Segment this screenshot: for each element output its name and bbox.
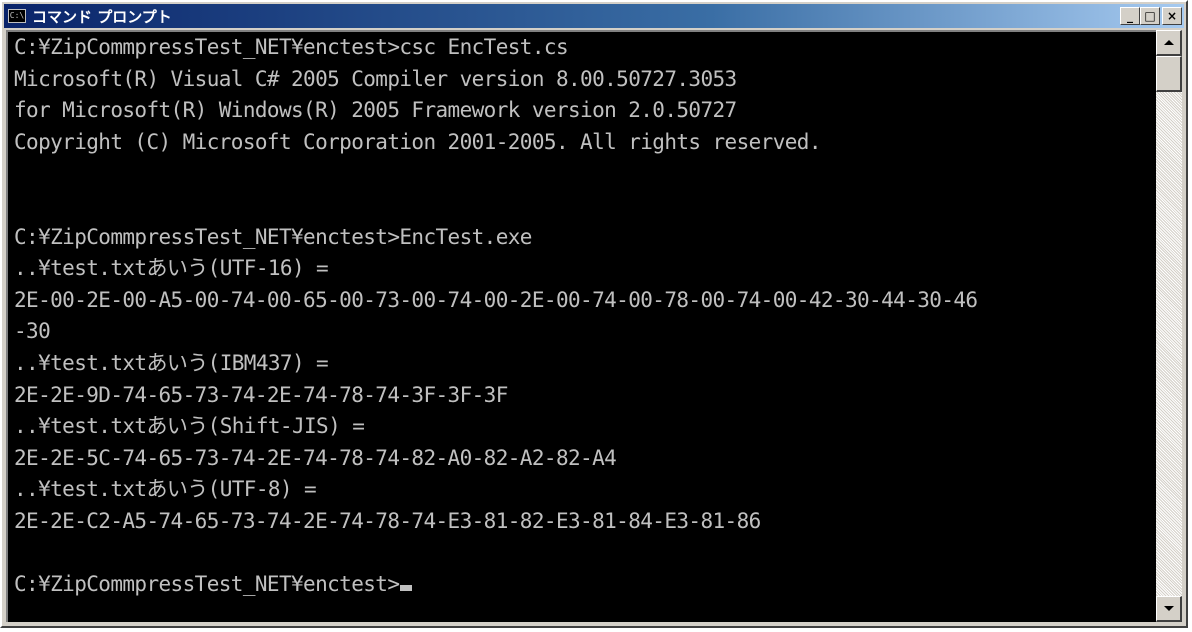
console-line: for Microsoft(R) Windows(R) 2005 Framewo… [14,98,737,123]
console-line: -30 [14,319,51,344]
command-prompt-window: C:\ コマンド プロンプト _ □ × C:¥ZipCommpressTest… [0,0,1188,628]
console-line: 2E-2E-C2-A5-74-65-73-74-2E-74-78-74-E3-8… [14,508,761,533]
close-button[interactable]: × [1162,7,1182,25]
console-line: C:¥ZipCommpressTest_NET¥enctest>EncTest.… [14,224,532,249]
scroll-up-button[interactable] [1156,30,1182,56]
console-line: 2E-2E-9D-74-65-73-74-2E-74-78-74-3F-3F-3… [14,382,508,407]
vertical-scrollbar[interactable] [1156,30,1182,622]
console-line: 2E-2E-5C-74-65-73-74-2E-74-78-74-82-A0-8… [14,445,617,470]
console-output[interactable]: C:¥ZipCommpressTest_NET¥enctest>csc EncT… [6,30,1156,622]
window-title: コマンド プロンプト [32,7,172,26]
console-line: 2E-00-2E-00-A5-00-74-00-65-00-73-00-74-0… [14,287,978,312]
console-line: ..¥test.txtあいう(Shift-JIS) = [14,414,365,439]
prompt-text: C:¥ZipCommpressTest_NET¥enctest> [14,572,400,597]
cmd-icon[interactable]: C:\ [8,9,26,23]
prompt-line[interactable]: C:¥ZipCommpressTest_NET¥enctest> [8,569,1156,601]
maximize-button[interactable]: □ [1140,7,1160,25]
console-line: ..¥test.txtあいう(UTF-16) = [14,256,329,281]
console-line: ..¥test.txtあいう(UTF-8) = [14,477,317,502]
scrollbar-thumb[interactable] [1156,56,1182,92]
arrow-down-icon [1163,606,1174,611]
arrow-up-icon [1163,40,1174,45]
scroll-down-button[interactable] [1156,596,1182,622]
title-bar[interactable]: C:\ コマンド プロンプト _ □ × [4,4,1184,28]
console-line: C:¥ZipCommpressTest_NET¥enctest>csc EncT… [14,35,569,59]
minimize-button[interactable]: _ [1120,7,1140,25]
console-line: Copyright (C) Microsoft Corporation 2001… [14,129,821,154]
console-line: ..¥test.txtあいう(IBM437) = [14,350,329,375]
window-controls: _ □ × [1120,7,1182,25]
console-line: Microsoft(R) Visual C# 2005 Compiler ver… [14,66,737,91]
text-cursor [400,585,413,592]
